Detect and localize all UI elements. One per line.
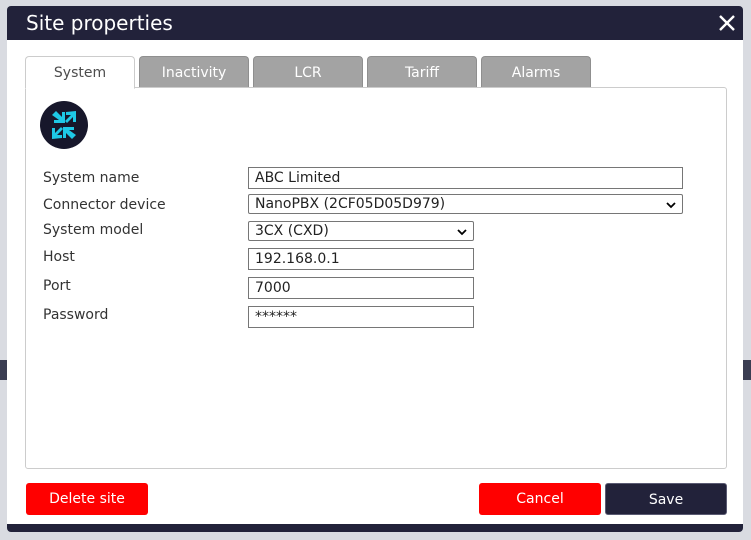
cancel-button[interactable]: Cancel xyxy=(479,483,601,515)
dialog-body: System Inactivity LCR Tariff Alarms Syst… xyxy=(7,40,743,524)
system-name-label: System name xyxy=(43,170,140,186)
tab-lcr[interactable]: LCR xyxy=(253,56,363,88)
system-name-field[interactable]: ABC Limited xyxy=(248,167,683,189)
dialog-title: Site properties xyxy=(26,11,173,35)
system-model-select[interactable]: 3CX (CXD) xyxy=(248,221,474,241)
host-label: Host xyxy=(43,249,75,265)
port-field[interactable]: 7000 xyxy=(248,277,474,299)
tab-alarms[interactable]: Alarms xyxy=(481,56,591,88)
site-properties-dialog: Site properties System Inactivity LCR Ta… xyxy=(7,6,743,532)
password-field[interactable]: ****** xyxy=(248,306,474,328)
tab-content-system: System name ABC Limited Connector device… xyxy=(25,87,727,469)
system-model-label: System model xyxy=(43,222,144,238)
chevron-down-icon xyxy=(666,202,676,209)
host-field[interactable]: 192.168.0.1 xyxy=(248,248,474,270)
tab-system[interactable]: System xyxy=(25,56,135,89)
tab-tariff[interactable]: Tariff xyxy=(367,56,477,88)
dialog-titlebar: Site properties xyxy=(7,6,743,40)
tab-inactivity[interactable]: Inactivity xyxy=(139,56,249,88)
connector-device-value: NanoPBX (2CF05D05D979) xyxy=(255,196,446,212)
password-label: Password xyxy=(43,307,109,323)
system-model-value: 3CX (CXD) xyxy=(255,223,329,239)
close-icon[interactable] xyxy=(717,12,737,34)
connector-device-select[interactable]: NanoPBX (2CF05D05D979) xyxy=(248,194,683,214)
connector-device-label: Connector device xyxy=(43,197,166,213)
delete-site-button[interactable]: Delete site xyxy=(26,483,148,515)
chevron-down-icon xyxy=(457,229,467,236)
port-label: Port xyxy=(43,278,71,294)
arrows-in-out-icon xyxy=(40,101,88,149)
save-button[interactable]: Save xyxy=(605,483,727,515)
